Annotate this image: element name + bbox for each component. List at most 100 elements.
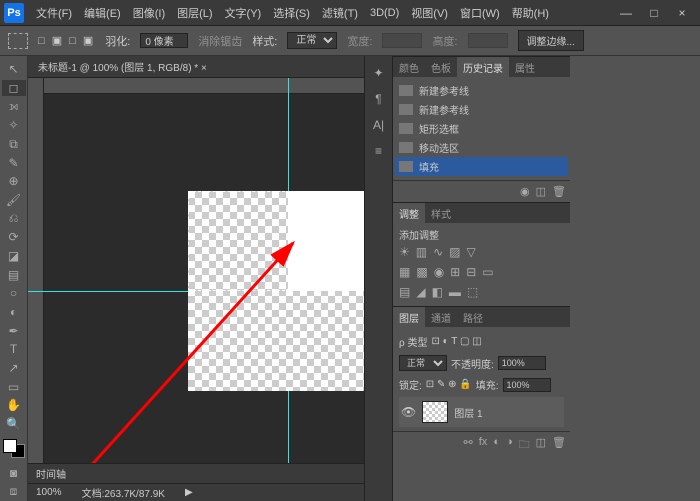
- tab-paths[interactable]: 路径: [457, 307, 489, 328]
- menu-help[interactable]: 帮助(H): [506, 1, 555, 25]
- history-item[interactable]: 移动选区: [399, 138, 564, 157]
- bw-icon[interactable]: ▩: [416, 265, 427, 279]
- fill-input[interactable]: [503, 378, 551, 392]
- channel-mixer-icon[interactable]: ⊞: [450, 265, 460, 279]
- style-select[interactable]: 正常: [287, 32, 337, 49]
- tab-color[interactable]: 颜色: [393, 57, 425, 78]
- menu-image[interactable]: 图像(I): [127, 1, 171, 25]
- history-brush-tool-icon[interactable]: ⟳: [2, 229, 26, 246]
- delete-icon[interactable]: 🗑: [552, 436, 566, 455]
- posterize-icon[interactable]: ◢: [416, 285, 425, 299]
- doc-info[interactable]: 文档:263.7K/87.9K: [82, 485, 165, 500]
- vtab-icon[interactable]: ✦: [373, 66, 383, 80]
- vtab-icon[interactable]: ¶: [375, 92, 381, 106]
- gradient-tool-icon[interactable]: ▤: [2, 266, 26, 283]
- colorlook-icon[interactable]: ⊟: [466, 265, 476, 279]
- vtab-icon[interactable]: ≡: [375, 144, 382, 158]
- new-layer-icon[interactable]: ◫: [536, 436, 546, 455]
- brightness-icon[interactable]: ☀: [399, 245, 410, 259]
- maximize-button[interactable]: □: [640, 4, 668, 22]
- vtab-icon[interactable]: A|: [373, 118, 384, 132]
- hue-icon[interactable]: ▦: [399, 265, 410, 279]
- tab-channels[interactable]: 通道: [425, 307, 457, 328]
- camera-icon[interactable]: ◉: [520, 185, 530, 198]
- fx-icon[interactable]: fx: [479, 436, 488, 455]
- timeline-panel[interactable]: 时间轴: [28, 463, 364, 483]
- canvas-viewport[interactable]: [28, 78, 364, 478]
- new-snapshot-icon[interactable]: ◫: [536, 185, 546, 198]
- tab-history[interactable]: 历史记录: [457, 57, 509, 78]
- shape-tool-icon[interactable]: ▭: [2, 378, 26, 395]
- menu-type[interactable]: 文字(Y): [219, 1, 268, 25]
- close-button[interactable]: ×: [668, 4, 696, 22]
- opacity-input[interactable]: [498, 356, 546, 370]
- invert-icon[interactable]: ▤: [399, 285, 410, 299]
- gradmap-icon[interactable]: ▬: [449, 285, 461, 299]
- zoom-level[interactable]: 100%: [36, 487, 62, 498]
- quickmask-icon[interactable]: ◙: [2, 465, 26, 482]
- trash-icon[interactable]: 🗑: [552, 185, 566, 198]
- history-item-active[interactable]: 填充: [395, 157, 568, 176]
- adjustment-layer-icon[interactable]: ◑: [506, 436, 513, 455]
- history-item[interactable]: 新建参考线: [399, 100, 564, 119]
- refine-edge-button[interactable]: 调整边缘...: [518, 30, 584, 51]
- menu-window[interactable]: 窗口(W): [454, 1, 506, 25]
- document-canvas[interactable]: [188, 191, 364, 391]
- pen-tool-icon[interactable]: ✒: [2, 322, 26, 339]
- layer-row[interactable]: 👁 图层 1: [399, 397, 564, 427]
- lasso-tool-icon[interactable]: ⟕: [2, 98, 26, 115]
- crop-tool-icon[interactable]: ⧉: [2, 136, 26, 153]
- color-swatch[interactable]: [3, 439, 25, 457]
- foreground-color[interactable]: [3, 439, 17, 453]
- tab-styles[interactable]: 样式: [425, 203, 457, 224]
- marquee-tool-icon[interactable]: [8, 33, 28, 49]
- menu-edit[interactable]: 编辑(E): [78, 1, 127, 25]
- dodge-tool-icon[interactable]: ◐: [2, 304, 26, 321]
- visibility-icon[interactable]: 👁: [401, 405, 416, 419]
- tab-properties[interactable]: 属性: [509, 57, 541, 78]
- menu-view[interactable]: 视图(V): [405, 1, 454, 25]
- history-item[interactable]: 矩形选框: [399, 119, 564, 138]
- layer-name[interactable]: 图层 1: [454, 405, 482, 420]
- screenmode-icon[interactable]: ⧈: [2, 483, 26, 500]
- history-item[interactable]: 新建参考线: [399, 81, 564, 100]
- menu-select[interactable]: 选择(S): [267, 1, 316, 25]
- marquee-tool-icon[interactable]: ◻: [2, 80, 26, 97]
- path-select-tool-icon[interactable]: ↗: [2, 360, 26, 377]
- link-icon[interactable]: ⚯: [464, 436, 473, 455]
- eraser-tool-icon[interactable]: ◪: [2, 248, 26, 265]
- vibrance-icon[interactable]: ▽: [467, 245, 476, 259]
- healing-tool-icon[interactable]: ⊕: [2, 173, 26, 190]
- menu-file[interactable]: 文件(F): [30, 1, 78, 25]
- blur-tool-icon[interactable]: ○: [2, 285, 26, 302]
- selcolor-icon[interactable]: ⬚: [467, 285, 478, 299]
- brush-tool-icon[interactable]: 🖌: [2, 192, 26, 209]
- stamp-tool-icon[interactable]: ⎌: [2, 210, 26, 227]
- document-tab[interactable]: 未标题-1 @ 100% (图层 1, RGB/8) * ×: [28, 56, 364, 78]
- ruler-vertical[interactable]: [28, 78, 44, 478]
- eyedropper-tool-icon[interactable]: ✎: [2, 154, 26, 171]
- photo-filter-icon[interactable]: ◉: [434, 265, 444, 279]
- exposure-icon[interactable]: ▨: [449, 245, 460, 259]
- move-tool-icon[interactable]: ↖: [2, 61, 26, 78]
- group-icon[interactable]: 🗀: [519, 436, 530, 455]
- menu-layer[interactable]: 图层(L): [171, 1, 218, 25]
- feather-input[interactable]: [140, 33, 188, 48]
- tab-adjustments[interactable]: 调整: [393, 203, 425, 224]
- blend-mode-select[interactable]: 正常: [399, 355, 447, 371]
- type-tool-icon[interactable]: T: [2, 341, 26, 358]
- mask-icon[interactable]: ◐: [493, 436, 500, 455]
- layer-thumbnail[interactable]: [422, 401, 448, 423]
- threshold-icon[interactable]: ◧: [432, 285, 443, 299]
- menu-3d[interactable]: 3D(D): [364, 3, 405, 23]
- wand-tool-icon[interactable]: ✧: [2, 117, 26, 134]
- tab-layers[interactable]: 图层: [393, 307, 425, 328]
- hand-tool-icon[interactable]: ✋: [2, 397, 26, 414]
- more-icon[interactable]: ▭: [482, 265, 493, 279]
- levels-icon[interactable]: ▥: [416, 245, 427, 259]
- menu-filter[interactable]: 滤镜(T): [316, 1, 364, 25]
- ruler-horizontal[interactable]: [28, 78, 364, 94]
- tab-swatches[interactable]: 色板: [425, 57, 457, 78]
- curves-icon[interactable]: ∿: [433, 245, 443, 259]
- zoom-tool-icon[interactable]: 🔍: [2, 416, 26, 433]
